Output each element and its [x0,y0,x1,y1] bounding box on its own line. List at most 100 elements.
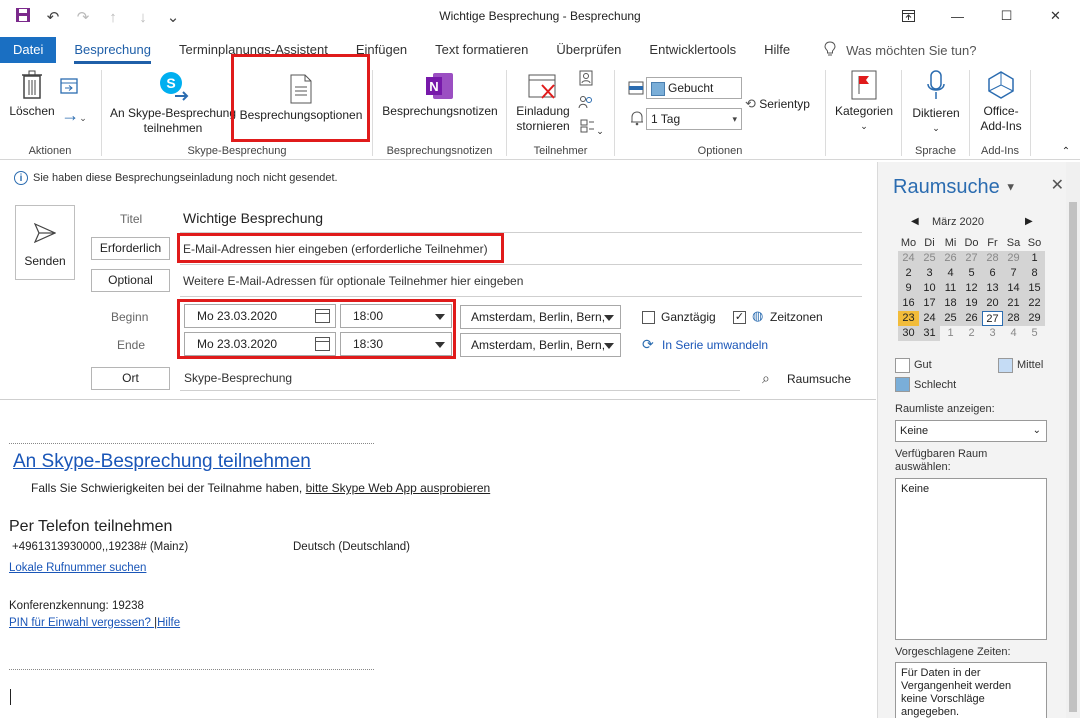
calendar-day[interactable]: 17 [919,296,940,311]
calendar-day[interactable]: 29 [1024,311,1045,326]
address-book-button[interactable] [577,70,595,90]
pin-link[interactable]: PIN für Einwahl vergessen? [9,617,154,629]
calendar-day[interactable]: 2 [961,326,982,341]
web-app-link[interactable]: bitte Skype Web App ausprobieren [306,481,491,495]
calendar-day[interactable]: 3 [982,326,1003,341]
optional-button[interactable]: Optional [91,269,170,292]
calendar-day[interactable]: 1 [940,326,961,341]
close-icon[interactable]: ✕ [1031,0,1080,32]
office-addins-button[interactable]: Office- Add-Ins [973,70,1029,134]
available-room-list[interactable]: Keine [895,478,1047,640]
meeting-notes-button[interactable]: N Besprechungsnotizen [380,72,500,119]
location-button[interactable]: Ort [91,367,170,390]
local-number-link[interactable]: Lokale Rufnummer suchen [9,562,146,574]
required-button[interactable]: Erforderlich [91,237,170,260]
calendar-day[interactable]: 5 [961,266,982,281]
forward-button[interactable]: →⌄ [56,106,92,126]
calendar-day[interactable]: 25 [940,311,961,326]
room-finder-button[interactable]: Raumsuche [787,372,851,386]
collapse-ribbon-button[interactable]: ⌃ [1058,144,1074,159]
room-list-select[interactable]: Keine ⌄ [895,420,1047,442]
calendar-day[interactable]: 4 [1003,326,1024,341]
next-month-icon[interactable]: ▶ [1025,216,1033,227]
tab-file[interactable]: Datei [0,37,57,63]
tab-format-text[interactable]: Text formatieren [421,37,542,63]
calendar-day[interactable]: 30 [898,326,919,341]
calendar-day[interactable]: 8 [1024,266,1045,281]
calendar-day[interactable]: 11 [940,281,961,296]
pane-scrollbar[interactable] [1066,162,1080,718]
minimize-icon[interactable]: — [933,0,982,32]
response-options-icon [580,119,595,133]
calendar-day[interactable]: 19 [961,296,982,311]
calendar-day[interactable]: 26 [961,311,982,326]
calendar-day[interactable]: 2 [898,266,919,281]
calendar-day-selected[interactable]: 27 [982,311,1003,326]
recurrence-button[interactable]: ⟲ Serientyp [745,96,817,112]
join-skype-meeting-button[interactable]: S An Skype-Besprechung teilnehmen [108,70,238,136]
calendar-day[interactable]: 16 [898,296,919,311]
calendar-day[interactable]: 4 [940,266,961,281]
calendar-day[interactable]: 15 [1024,281,1045,296]
calendar-day[interactable]: 22 [1024,296,1045,311]
allday-checkbox[interactable] [642,311,655,324]
maximize-icon[interactable]: ☐ [982,0,1031,32]
tab-help[interactable]: Hilfe [750,37,804,63]
calendar-day-today[interactable]: 23 [898,311,919,326]
calendar-forward-button[interactable] [58,76,80,98]
calendar-day[interactable]: 20 [982,296,1003,311]
ribbon-display-icon[interactable] [884,0,933,32]
calendar-day[interactable]: 3 [919,266,940,281]
calendar-day[interactable]: 31 [919,326,940,341]
calendar-day[interactable]: 10 [919,281,940,296]
check-names-button[interactable] [577,94,595,114]
calendar-day[interactable]: 6 [982,266,1003,281]
timezones-label: Zeitzonen [770,310,823,324]
show-as-dropdown[interactable] [730,77,742,99]
calendar-day[interactable]: 25 [919,251,940,266]
scrollbar-thumb[interactable] [1069,202,1077,712]
send-button[interactable]: Senden [15,205,75,280]
tell-me-box[interactable]: Was möchten Sie tun? [824,40,976,60]
calendar-day[interactable]: 28 [1003,311,1024,326]
calendar-day[interactable]: 28 [982,251,1003,266]
calendar-day[interactable]: 29 [1003,251,1024,266]
categories-button[interactable]: Kategorien ⌄ [832,70,896,134]
show-as-select[interactable]: Gebucht ▾ [646,77,742,99]
location-input[interactable]: Skype-Besprechung [184,371,292,385]
tab-developer[interactable]: Entwicklertools [635,37,750,63]
calendar-day[interactable]: 18 [940,296,961,311]
delete-button[interactable]: Löschen [8,70,56,119]
start-timezone-select[interactable]: Amsterdam, Berlin, Bern, [460,305,621,329]
suggested-times-list[interactable]: Für Daten in der Vergangenheit werden ke… [895,662,1047,718]
calendar-day[interactable]: 27 [961,251,982,266]
dictate-button[interactable]: Diktieren ⌄ [906,70,966,136]
addins-label-2: Add-Ins [980,119,1022,133]
close-icon[interactable]: ✕ [1051,175,1064,195]
calendar-day[interactable]: 9 [898,281,919,296]
tab-review[interactable]: Überprüfen [542,37,635,63]
make-recurring-link[interactable]: In Serie umwandeln [662,338,768,352]
cancel-invitation-button[interactable]: Einladung stornieren [512,72,574,134]
calendar-day[interactable]: 14 [1003,281,1024,296]
tab-meeting[interactable]: Besprechung [60,37,165,64]
title-input[interactable]: Wichtige Besprechung [183,210,323,226]
calendar-day[interactable]: 24 [919,311,940,326]
timezones-checkbox[interactable]: ✓ [733,311,746,324]
calendar-day[interactable]: 13 [982,281,1003,296]
optional-input[interactable]: Weitere E-Mail-Adressen für optionale Te… [183,274,523,288]
help-link[interactable]: Hilfe [157,617,180,629]
reminder-select[interactable]: 1 Tag ▾ [646,108,742,130]
calendar-day[interactable]: 7 [1003,266,1024,281]
calendar-day[interactable]: 1 [1024,251,1045,266]
calendar-day[interactable]: 5 [1024,326,1045,341]
calendar-day[interactable]: 12 [961,281,982,296]
end-timezone-select[interactable]: Amsterdam, Berlin, Bern, [460,333,621,357]
calendar-day[interactable]: 26 [940,251,961,266]
calendar-day[interactable]: 21 [1003,296,1024,311]
response-options-button[interactable]: ⌄ [577,118,607,139]
join-skype-link[interactable]: An Skype-Besprechung teilnehmen [13,451,311,473]
calendar-day[interactable]: 24 [898,251,919,266]
pane-title[interactable]: Raumsuche ▼ [893,176,1016,199]
reminder-icon-wrap [628,110,646,130]
